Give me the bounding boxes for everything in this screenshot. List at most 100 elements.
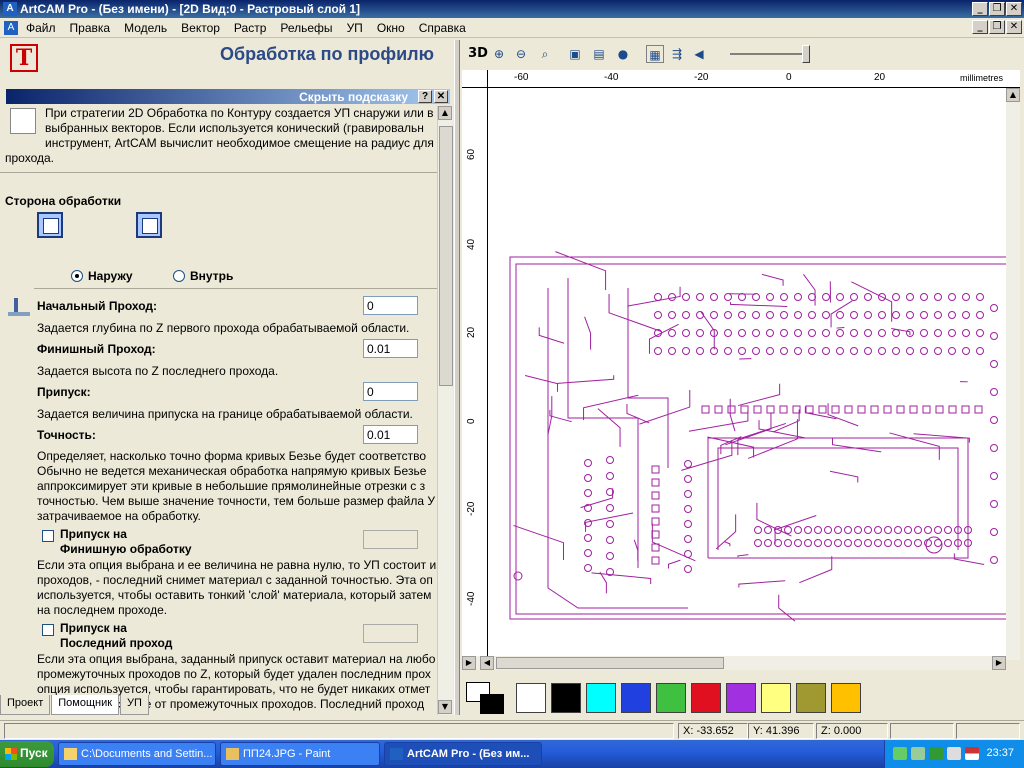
maximize-button[interactable]: ❐ <box>989 2 1005 16</box>
allowance-label: Припуск: <box>37 385 91 399</box>
task-explorer[interactable]: C:\Documents and Settin... <box>58 742 216 766</box>
start-pass-input[interactable]: 0 <box>363 296 418 315</box>
finish-allowance-desc-1: Если эта опция выбрана и ее величина не … <box>37 558 437 572</box>
divider <box>34 288 437 289</box>
task-artcam-label: ArtCAM Pro - (Без им... <box>407 748 530 760</box>
3d-view-button[interactable]: 3D <box>466 45 490 63</box>
color-swatch[interactable] <box>831 683 861 713</box>
ruler-tick: -40 <box>466 591 477 606</box>
allowance-input[interactable]: 0 <box>363 382 418 401</box>
color-swatch[interactable] <box>726 683 756 713</box>
tab-toolpaths[interactable]: УП <box>120 695 149 715</box>
last-pass-allowance-checkbox[interactable] <box>42 624 54 636</box>
units-label: millimetres <box>960 73 1004 83</box>
view-hscroll-thumb[interactable] <box>496 657 724 669</box>
menu-help[interactable]: Справка <box>419 21 466 35</box>
start-button[interactable]: Пуск <box>0 741 54 767</box>
panel-splitter[interactable] <box>454 40 460 715</box>
vertical-ruler: 60 40 20 0 -20 -40 <box>462 88 488 668</box>
zoom-in-icon[interactable]: ⊕ <box>490 45 508 63</box>
finish-allowance-checkbox[interactable] <box>42 530 54 542</box>
ruler-tick: -20 <box>694 72 709 83</box>
panel-vertical-scrollbar[interactable]: ▲ ▼ <box>437 106 453 715</box>
color-swatch[interactable] <box>656 683 686 713</box>
hide-hint-button[interactable]: Скрыть подсказку <box>299 90 408 104</box>
menu-toolpaths[interactable]: УП <box>347 21 363 35</box>
scroll-thumb[interactable] <box>439 126 453 386</box>
finish-pass-input[interactable]: 0.01 <box>363 339 418 358</box>
menu-window[interactable]: Окно <box>377 21 405 35</box>
tab-assistant[interactable]: Помощник <box>51 695 120 715</box>
color-swatch[interactable] <box>516 683 546 713</box>
close-button[interactable]: ✕ <box>1006 2 1022 16</box>
toggle-bitmap-icon[interactable]: ⇶ <box>668 45 686 63</box>
tolerance-label: Точность: <box>37 428 96 442</box>
menu-edit[interactable]: Правка <box>70 21 111 35</box>
outside-label: Наружу <box>88 269 133 283</box>
view-scroll-corner-icon[interactable]: ▶ <box>462 656 476 670</box>
inside-radio[interactable] <box>173 270 185 282</box>
help-icon[interactable]: ? <box>418 90 432 103</box>
status-z: Z: 0.000 <box>816 723 888 739</box>
zoom-previous-icon[interactable]: ▣ <box>566 45 584 63</box>
network-icon[interactable] <box>893 747 907 760</box>
last-pass-allowance-label-2: Последний проход <box>60 636 173 650</box>
menu-relief[interactable]: Рельефы <box>280 21 332 35</box>
view-horizontal-scrollbar[interactable]: ▶ ◀ ▶ <box>462 656 1006 670</box>
color-swatch[interactable] <box>691 683 721 713</box>
finish-allowance-input[interactable] <box>363 530 418 549</box>
tab-project[interactable]: Проект <box>0 695 51 715</box>
finish-allowance-desc-2: проходов, - последний снимет материал с … <box>37 573 433 587</box>
safely-remove-icon[interactable] <box>911 747 925 760</box>
menu-file[interactable]: Файл <box>26 21 56 35</box>
view-scroll-up-icon[interactable]: ▲ <box>1006 88 1020 102</box>
view-scroll-left-icon[interactable]: ◀ <box>480 656 494 670</box>
tool-depth-icon <box>6 296 32 322</box>
document-menu-icon[interactable]: A <box>4 21 18 35</box>
zoom-fit-icon[interactable]: ⌕ <box>536 45 554 63</box>
doc-close-button[interactable]: ✕ <box>1006 20 1022 34</box>
artcam-app-icon: A <box>3 2 17 16</box>
doc-minimize-button[interactable]: _ <box>972 20 988 34</box>
contrast-slider[interactable] <box>802 45 810 63</box>
view-vertical-scrollbar[interactable]: ▲ <box>1006 88 1020 660</box>
color-swatch[interactable] <box>796 683 826 713</box>
zoom-out-icon[interactable]: ⊖ <box>512 45 530 63</box>
slider-track <box>730 53 810 55</box>
menu-model[interactable]: Модель <box>124 21 167 35</box>
view-scroll-right-icon[interactable]: ▶ <box>992 656 1006 670</box>
view-toolbar: 3D ⊕ ⊖ ⌕ ▣ ▤ ● ▦ ⇶ ◀ <box>462 40 1022 68</box>
minimize-button[interactable]: _ <box>972 2 988 16</box>
toggle-vectors-icon[interactable]: ▦ <box>646 45 664 63</box>
back-icon[interactable]: ◀ <box>690 45 708 63</box>
task-paint[interactable]: ПП24.JPG - Paint <box>220 742 380 766</box>
last-pass-allowance-label-1: Припуск на <box>60 621 127 635</box>
volume-icon[interactable] <box>947 747 961 760</box>
zoom-window-icon[interactable]: ▤ <box>590 45 608 63</box>
secondary-color-icon[interactable] <box>480 694 504 714</box>
color-swatch[interactable] <box>586 683 616 713</box>
color-swatch[interactable] <box>551 683 581 713</box>
pan-icon[interactable]: ● <box>614 45 632 63</box>
menu-vector[interactable]: Вектор <box>181 21 220 35</box>
language-flag-icon[interactable] <box>965 747 979 760</box>
task-artcam[interactable]: ArtCAM Pro - (Без им... <box>384 742 542 766</box>
close-hint-icon[interactable]: ✕ <box>434 90 448 103</box>
drawing-canvas[interactable] <box>488 88 1006 660</box>
menu-bitmap[interactable]: Растр <box>234 21 266 35</box>
inside-strategy-icon[interactable] <box>136 212 162 238</box>
antivirus-icon[interactable] <box>929 747 943 760</box>
last-pass-allowance-input[interactable] <box>363 624 418 643</box>
tolerance-input[interactable]: 0.01 <box>363 425 418 444</box>
color-swatch[interactable] <box>621 683 651 713</box>
color-swatch[interactable] <box>761 683 791 713</box>
doc-restore-button[interactable]: ❐ <box>989 20 1005 34</box>
last-pass-desc-3: опция используется, чтобы гарантировать,… <box>37 682 431 696</box>
scroll-up-icon[interactable]: ▲ <box>438 106 452 120</box>
outside-strategy-icon[interactable] <box>37 212 63 238</box>
task-paint-label: ПП24.JPG - Paint <box>243 748 331 760</box>
outside-radio[interactable] <box>71 270 83 282</box>
scroll-down-icon[interactable]: ▼ <box>438 700 452 714</box>
tolerance-desc-5: затрачиваемое на обработку. <box>37 509 201 523</box>
tolerance-desc-3: аппроксимирует эти кривые в небольшие пр… <box>37 479 426 493</box>
